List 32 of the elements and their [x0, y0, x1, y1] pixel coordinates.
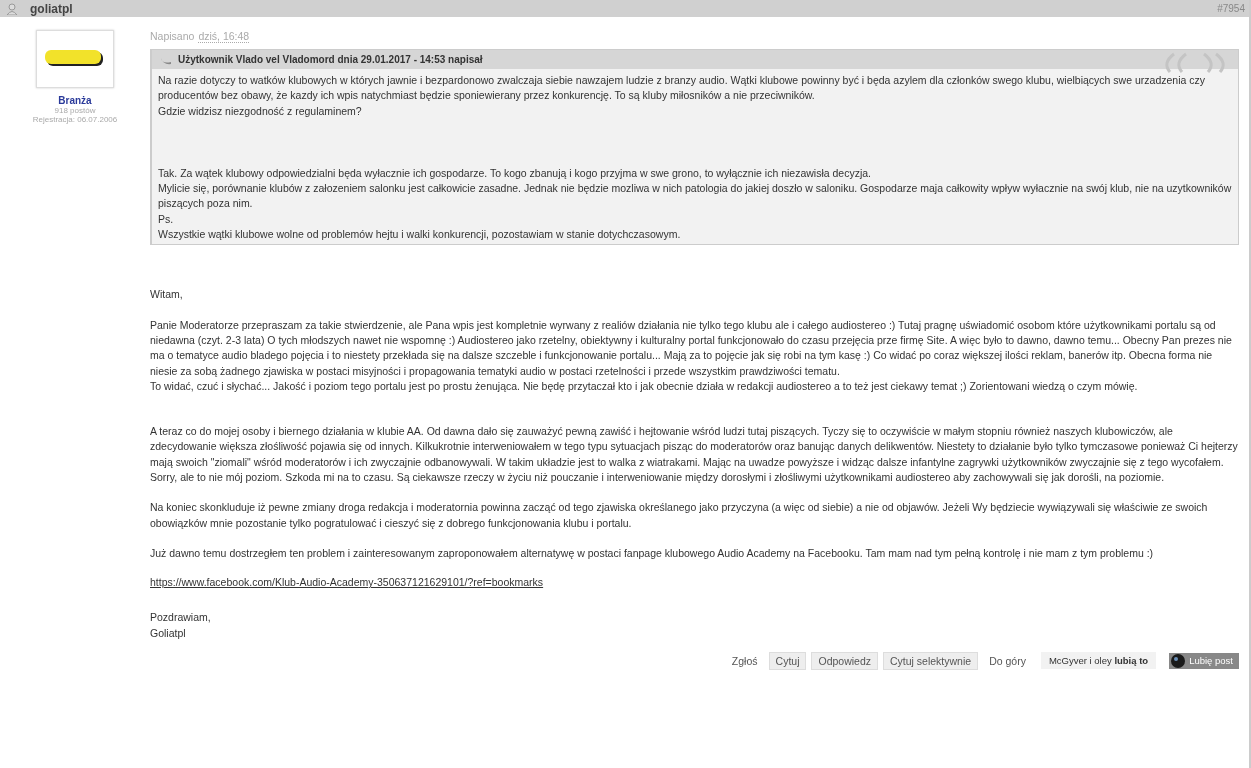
post-text: Na koniec skonkluduje iż pewne zmiany droga redakcja i moderatornia powinna zacząć od tego zjawiska określanego jako przyczyna (a więc od siebie) a nie od objawów. Jeżeli Wy będziecie wywiązywali się właściwie ze swoich obowiązków mnie pozostanie tylko pogratulować i cieszyć się z dobrego funkcjonowania klubu i portalu. [150, 500, 1209, 531]
member-group: Branża [58, 95, 92, 106]
back-to-top-link[interactable]: Do góry [983, 654, 1032, 667]
post-text: A teraz co do mojej osoby i biernego działania w klubie AA. Od dawna dało się zauważyć pewną zawiść i hejtowanie wśród ludzi tutaj piszących. Tyczy się to oczywiście w małym stopniu również naszych klubowiczów, ale zdecydowanie większa złośliwość pojawia się od innych. Kilkukrotnie interweniowałem w tego typu sytuacjach pisząc do moderatorów oraz banując danych delikwentów. Niestety to działanie było tylko tymczasowe ponieważ Ci hejterzy mają swoich "ziomali" wśród moderatorów i ich zwyczajnie odbanowywali. W takim układzie jest to walka z wiatrakami. Mając na uwadze powyższe i widząc dalsze infantylne zagrywki użytkowników zwyczajnie się z tego wycofałem. Sorry, ale to nie mój poziom. Szkoda mi na to czasu. Są ciekawsze rzeczy w życiu niż pouczanie i interweniowanie między dorosłymi i złośliwymi użytkownikami audiostereo aby zachowywali się jak dorośli, na poziomie. [150, 424, 1239, 486]
post-count: 918 postów [54, 106, 96, 115]
quote-text: Na razie dotyczy to watków klubowych w których jawnie i bezpardonowo zwalczaja siebie nawzajem ludzie z branzy audio. Wątki klubowe powinny być i będa azylem dla członków swego klubu, wielbiących swe urzadzenia czy producentów bez obawy, że kazdy ich wpis natychmiast będzie sponiewierany przez konkurencję. To są kluby miłosników a nie przeciwników. [158, 73, 1206, 104]
author-name[interactable]: goliatpl [30, 1, 73, 16]
registration-date: Rejestracja: 06.07.2006 [32, 115, 118, 124]
action-button[interactable]: Cytuj [768, 651, 807, 670]
facebook-link[interactable]: https://www.facebook.com/Klub-Audio-Academy-350637121629101/?ref=bookmarks [150, 576, 544, 589]
action-button[interactable]: Cytuj selektywnie [883, 651, 979, 670]
quote-text: Tak. Za wątek klubowy odpowiedzialni będa wyłacznie ich gospodarze. To kogo zbanują i kogo przyjma w swe grono, to wyłącznie ich niezawisła decyzja. [158, 165, 872, 181]
report-link[interactable]: Zgłoś [725, 654, 764, 667]
quote-text: Ps. [158, 211, 175, 227]
record-icon [1171, 653, 1186, 668]
action-button[interactable]: Odpowiedz [811, 651, 878, 670]
post-text: To widać, czuć i słychać... Jakość i poziom tego portalu jest po prostu żenująca. Nie będę przytaczał kto i jak obecnie działa w redakcji audiostereo a to też jest ciekawy temat ;) Zorientowani wiedzą o czym mówię. [150, 378, 1139, 394]
quote-text: Gdzie widzisz niezgodność z regulaminem? [158, 103, 363, 119]
post-text: Panie Moderatorze przepraszam za takie stwierdzenie, ale Pana wpis jest kompletnie wyrwany z realiów działania nie tylko tego klubu ale i całego audiostereo :) Tutaj pragnę uświadomić osobom które użytkownikami portalu są od niedawna (czyt. 2-3 lata) O tych młodszych nawet nie wspomnę :) Audiostereo jako rzetelny, obiektywny i kulturalny portal funkcjonowało do czasu przejęcia prze firmę Site. A więc było to dawno, dawno temu... Obecny Pan prezes nie ma o tematyce audio bladego pojęcia i to niestety przekłada się na dalsze szczeble i funkcjonowanie portalu... Mają za to pojęcie jak się robi na tym kasę :) Co widać po coraz większej ilości reklam, banerów itp. Obecna forma nie niesie za sobą żadnego zjawiska w postaci misyjności i propagowania tematyki audio w postaci rzetelności i przede wszystkim prawdziwości tematu. [150, 317, 1233, 379]
user-icon [6, 2, 18, 15]
like-button[interactable]: Lubię post [1169, 652, 1239, 669]
posted-label: Napisano [150, 30, 195, 43]
avatar-frame[interactable] [36, 30, 114, 88]
quote-text: Mylicie się, porównanie klubów z załozeniem salonku jest całkowicie zasadne. Jednak nie będzie mozliwa w nich patologia do jakiej doszło w saloniku. Gospodarze maja całkowity wpływ wyłacznie na swój klub, nie na uzytkowników piszących poza nim. [158, 181, 1232, 212]
post-time: dziś, 16:48 [198, 30, 250, 43]
signoff-text: Pozdrawiam, [150, 610, 212, 626]
quote-title: Użytkownik Vlado vel Vladomord dnia 29.01.2017 - 14:53 napisał [178, 54, 483, 65]
quote-text: Wszystkie wątki klubowe wolne od problemów hejtu i walki konkurencji, pozostawiam w stanie dotychczasowym. [158, 227, 682, 243]
post-text: Już dawno temu dostrzegłem ten problem i zainteresowanym zaproponowałem alternatywę w postaci fanpage klubowego Audio Academy na Facebooku. Tam mam nad tym pełną kontrolę i nie mam z tym problemu :) [150, 545, 1155, 561]
post-text: Witam, [150, 287, 184, 303]
likes-text: McGyver i oley lubią to [1040, 652, 1157, 670]
signoff-text: Goliatpl [150, 625, 187, 641]
